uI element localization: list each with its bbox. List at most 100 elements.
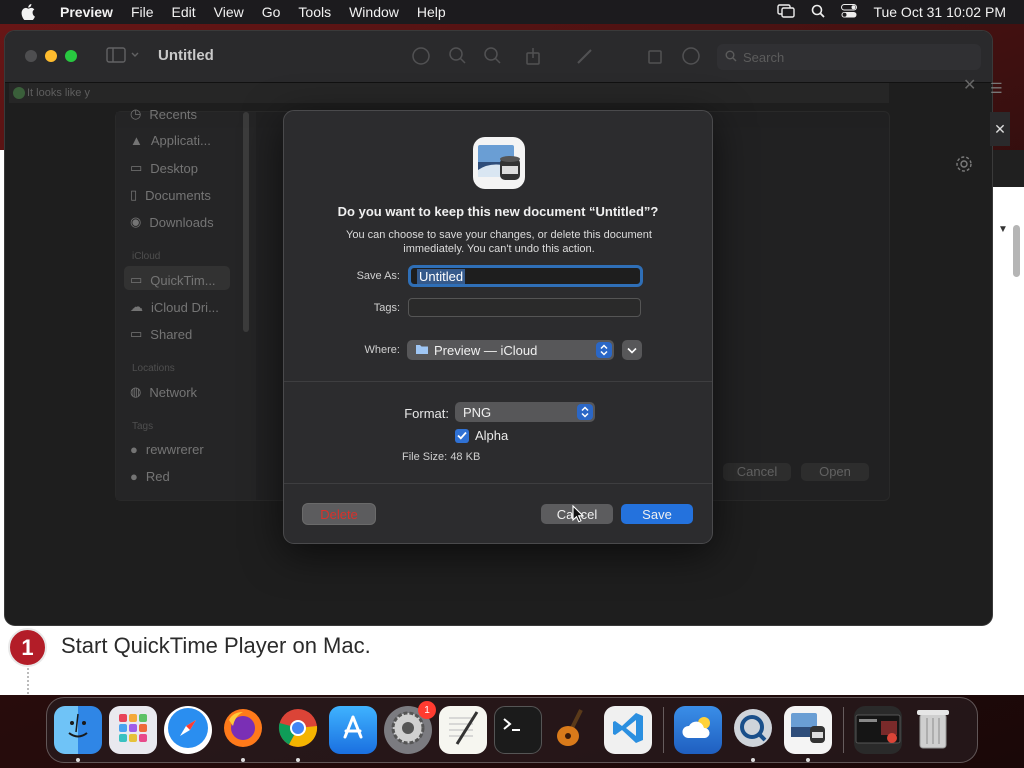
zoom-in-icon[interactable] <box>483 46 503 71</box>
sidebar-item-icloud-drive[interactable]: ☁ iCloud Dri... <box>130 299 219 315</box>
menu-file[interactable]: File <box>122 4 163 20</box>
window-zoom-button[interactable] <box>65 50 77 62</box>
sidebar-item-network[interactable]: ◍ Network <box>130 384 197 400</box>
dialog-message: You can choose to save your changes, or … <box>346 229 652 255</box>
menu-help[interactable]: Help <box>408 4 455 20</box>
compass-icon <box>166 706 210 755</box>
weather-cloud-icon <box>680 714 716 747</box>
running-indicator <box>76 758 80 762</box>
delete-button[interactable]: Delete <box>303 504 375 524</box>
screen-mirroring-icon[interactable] <box>777 3 796 21</box>
menu-bar: Preview File Edit View Go Tools Window H… <box>0 0 1024 24</box>
dock-terminal[interactable] <box>494 706 542 754</box>
sidebar-tag-rewwrerer[interactable]: ● rewwrerer <box>130 442 204 457</box>
rotate-icon[interactable] <box>645 46 665 71</box>
dialog-title: Do you want to keep this new document “U… <box>337 204 659 219</box>
dock-firefox[interactable] <box>219 706 267 762</box>
dialog-divider-top <box>284 381 712 382</box>
dock-chrome[interactable] <box>274 706 322 762</box>
sidebar-tag-red[interactable]: ● Red <box>130 469 170 484</box>
menu-tools[interactable]: Tools <box>289 4 340 20</box>
toolbar-search-field[interactable]: Search <box>717 44 981 70</box>
format-select[interactable]: PNG <box>455 402 595 422</box>
chevron-down-icon <box>627 341 637 359</box>
dock-quicktime[interactable] <box>729 706 777 762</box>
notification-badge: 1 <box>418 701 436 719</box>
save-as-value: Untitled <box>417 268 466 284</box>
sidebar-item-downloads[interactable]: ◉ Downloads <box>130 214 214 230</box>
select-stepper-icon <box>577 404 593 420</box>
dock-launchpad[interactable] <box>109 706 157 754</box>
open-panel-buttons: Cancel Open <box>723 463 869 481</box>
tag-dot-icon: ● <box>130 469 138 484</box>
where-location-select[interactable]: Preview — iCloud <box>407 340 614 360</box>
window-minimize-button[interactable] <box>45 50 57 62</box>
sidebar-item-quicktime[interactable]: ▭ QuickTim... <box>130 272 216 288</box>
zoom-out-icon[interactable] <box>448 46 468 71</box>
sidebar-heading-icloud: iCloud <box>132 251 161 262</box>
sidebar-item-shared[interactable]: ▭ Shared <box>130 326 192 342</box>
dock-garageband[interactable] <box>549 706 597 754</box>
sidebar-item-documents[interactable]: ▯ Documents <box>130 187 211 203</box>
list-icon[interactable]: ☰ <box>990 80 1003 97</box>
menu-view[interactable]: View <box>205 4 253 20</box>
dock-preview[interactable] <box>784 706 832 762</box>
running-indicator <box>806 758 810 762</box>
dropdown-caret-icon[interactable]: ▼ <box>998 224 1008 235</box>
sidebar-item-desktop[interactable]: ▭ Desktop <box>130 160 198 176</box>
dock-finder[interactable] <box>54 706 102 762</box>
annotate-icon[interactable] <box>681 46 701 71</box>
step-number-badge: 1 <box>8 628 47 667</box>
open-panel-sidebar-scrollbar[interactable] <box>243 112 249 332</box>
preview-app-icon <box>788 708 828 753</box>
clock-icon: ◷ <box>130 106 142 121</box>
menu-edit[interactable]: Edit <box>163 4 205 20</box>
sidebar-heading-locations: Locations <box>132 363 175 374</box>
notice-close-icon[interactable]: ✕ <box>963 75 976 95</box>
dock-textedit[interactable] <box>439 706 487 754</box>
panel-close-icon[interactable]: ✕ <box>990 112 1010 146</box>
notice-text: It looks like y <box>27 87 90 99</box>
share-icon[interactable] <box>523 46 543 71</box>
expand-browser-button[interactable] <box>622 340 642 360</box>
spotlight-search-icon[interactable] <box>811 4 826 21</box>
finder-icon <box>60 710 96 751</box>
control-center-icon[interactable] <box>841 3 858 21</box>
markup-pen-icon[interactable] <box>575 46 595 71</box>
dock-vscode[interactable] <box>604 706 652 754</box>
launchpad-grid-icon <box>116 711 150 750</box>
gear-icon[interactable] <box>955 155 973 178</box>
dock-icloud[interactable] <box>674 706 722 754</box>
vscode-icon <box>610 710 646 751</box>
select-stepper-icon <box>596 342 612 358</box>
folder-icon <box>415 343 429 358</box>
save-button[interactable]: Save <box>621 504 693 524</box>
sidebar-item-recents[interactable]: ◷ Recents <box>130 106 197 122</box>
window-close-button[interactable] <box>25 50 37 62</box>
menu-app-name[interactable]: Preview <box>50 4 122 20</box>
open-panel-cancel-button[interactable]: Cancel <box>723 463 791 481</box>
menu-window[interactable]: Window <box>340 4 408 20</box>
menu-go[interactable]: Go <box>253 4 290 20</box>
open-panel-open-button[interactable]: Open <box>801 463 869 481</box>
dock-system-settings[interactable]: 1 <box>384 701 436 754</box>
running-indicator <box>751 758 755 762</box>
sidebar-toggle-icon[interactable] <box>106 46 142 69</box>
dock-app-store[interactable] <box>329 706 377 754</box>
apple-menu-icon[interactable] <box>18 2 38 22</box>
mouse-pointer-icon <box>572 504 585 528</box>
sidebar-item-applications[interactable]: ▲ Applicati... <box>130 133 211 148</box>
menu-clock[interactable]: Tue Oct 31 10:02 PM <box>873 4 1006 20</box>
firefox-icon <box>221 706 265 755</box>
dock-window-preview[interactable] <box>854 706 902 754</box>
dock-trash[interactable] <box>909 706 957 754</box>
trash-icon <box>915 706 951 755</box>
webpage-scrollbar[interactable] <box>1013 225 1020 277</box>
tags-field[interactable] <box>408 298 641 317</box>
info-icon[interactable] <box>411 46 431 71</box>
file-size-readout: File Size: 48 KB <box>402 451 480 463</box>
save-as-field[interactable]: Untitled <box>408 265 643 287</box>
alpha-checkbox[interactable] <box>455 428 469 443</box>
format-label: Format: <box>404 406 449 421</box>
dock-safari[interactable] <box>164 706 212 754</box>
